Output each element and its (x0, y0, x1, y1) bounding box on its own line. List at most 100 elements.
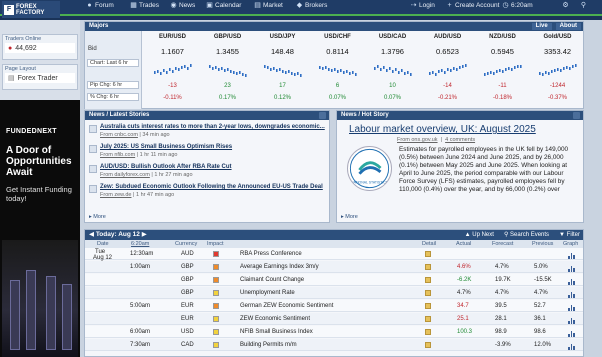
calendar-row[interactable]: 6:00am USD NFIB Small Business Index 100.3 9… (85, 326, 583, 338)
row-event[interactable]: Unemployment Rate (240, 290, 295, 296)
pair-price: 148.48 (271, 47, 294, 56)
pip-change-select[interactable]: Pip Chg: 6 hr (87, 81, 139, 89)
search-events-label: Search Events (510, 232, 550, 238)
major-pair-usd-cad[interactable]: USD/CAD 1.3796 10 0.07% (365, 31, 420, 109)
row-event[interactable]: RBA Press Conference (240, 251, 302, 257)
calendar-row[interactable]: 5:00am EUR German ZEW Economic Sentiment 34… (85, 300, 583, 312)
search-button[interactable]: ⚲ (580, 2, 587, 9)
news-item-source[interactable]: From zew.de (100, 192, 131, 198)
graph-icon[interactable] (568, 303, 576, 311)
login-link[interactable]: ⇢ Login (410, 2, 435, 9)
major-pair-aud-usd[interactable]: AUD/USD 0.6523 -14 -0.21% (420, 31, 475, 109)
hot-story-headline[interactable]: Labour market overview, UK: August 2025 (349, 124, 536, 135)
detail-folder-icon[interactable] (425, 316, 431, 322)
graph-icon[interactable] (568, 329, 576, 337)
users-icon: ● (8, 44, 13, 52)
row-event[interactable]: Building Permits m/m (240, 342, 297, 348)
news-item[interactable]: Australia cuts interest rates to more th… (89, 124, 327, 142)
hot-story-source[interactable]: From ons.gov.uk (397, 137, 438, 143)
pair-name: AUD/USD (433, 34, 462, 40)
calendar-row[interactable]: GBP Claimant Count Change -6.2K 19.7K -15.5K (85, 274, 583, 286)
news-item[interactable]: Zew: Subdued Economic Outlook Following … (89, 184, 327, 202)
detail-folder-icon[interactable] (425, 303, 431, 309)
hot-options-icon[interactable] (573, 112, 580, 119)
sparkline-candle (343, 71, 345, 74)
calendar-row[interactable]: GBP Unemployment Rate 4.7% 4.7% 4.7% (85, 287, 583, 299)
create-account-link[interactable]: + Create Account (446, 2, 499, 9)
calendar-next-icon[interactable]: ▶ (142, 231, 147, 238)
pct-change-select[interactable]: % Chg: 6 hr (87, 93, 139, 101)
up-next-label: Up Next (472, 232, 494, 238)
graph-icon[interactable] (568, 290, 576, 298)
calendar-prev-icon[interactable]: ◀ (89, 231, 94, 238)
nav-market[interactable]: ▤ Market (254, 2, 283, 9)
clock-icon: ◷ (502, 2, 509, 9)
live-toggle[interactable]: Live (531, 23, 552, 30)
graph-icon[interactable] (568, 251, 576, 259)
news-thumbnail-icon (89, 145, 97, 153)
row-previous: 12.0% (534, 342, 552, 348)
news-item[interactable]: AUD/USD: Bullish Outlook After RBA Rate … (89, 164, 327, 182)
row-event[interactable]: ZEW Economic Sentiment (240, 316, 310, 322)
hot-story-comments[interactable]: 4 comments (445, 137, 475, 143)
calendar-row[interactable]: 1:00am GBP Average Earnings Index 3m/y 4.6%… (85, 261, 583, 273)
site-logo[interactable]: F FOREX FACTORY (2, 1, 60, 18)
row-event[interactable]: Claimant Count Change (240, 277, 304, 283)
chart-period-select[interactable]: Chart: Last 6 hr (87, 59, 139, 67)
major-pair-nzd-usd[interactable]: NZD/USD 0.5945 -11 -0.18% (475, 31, 530, 109)
news-item-source[interactable]: From dailyforex.com (100, 172, 150, 178)
detail-folder-icon[interactable] (425, 251, 431, 257)
detail-folder-icon[interactable] (425, 329, 431, 335)
news-item-source[interactable]: From nfib.com (100, 152, 135, 158)
nav-trades[interactable]: ▦ Trades (130, 2, 159, 9)
major-pair-usd-chf[interactable]: USD/CHF 0.8114 6 0.07% (310, 31, 365, 109)
sparkline-candle (557, 68, 559, 71)
detail-folder-icon[interactable] (425, 342, 431, 348)
nav-news[interactable]: ◉ News (170, 2, 195, 9)
major-pair-usd-jpy[interactable]: USD/JPY 148.48 17 0.12% (255, 31, 310, 109)
news-item-title[interactable]: July 2025: US Small Business Optimism Ri… (100, 144, 232, 150)
nav-calendar[interactable]: ▣ Calendar (206, 2, 241, 9)
about-button[interactable]: About (555, 23, 581, 30)
row-event[interactable]: German ZEW Economic Sentiment (240, 303, 333, 309)
detail-folder-icon[interactable] (425, 264, 431, 270)
calendar-row[interactable]: Tue Aug 12 12:30am AUD RBA Press Conference (85, 248, 583, 261)
major-pair-gbp-usd[interactable]: GBP/USD 1.3455 23 0.17% (200, 31, 255, 109)
sparkline-candle (221, 67, 223, 70)
nav-brokers[interactable]: ◆ Brokers (296, 2, 328, 9)
calendar-row[interactable]: 7:30am CAD Building Permits m/m -3.9% 12.0% (85, 339, 583, 351)
filter-button[interactable]: ▼ Filter (559, 230, 580, 240)
row-event[interactable]: Average Earnings Index 3m/y (240, 264, 319, 270)
news-more-link[interactable]: ▸ More (89, 214, 106, 220)
detail-folder-icon[interactable] (425, 290, 431, 296)
major-pair-gold-usd[interactable]: Gold/USD 3353.42 -1244 -0.37% (530, 31, 585, 109)
news-item-title[interactable]: AUD/USD: Bullish Outlook After RBA Rate … (100, 164, 232, 170)
news-options-icon[interactable] (319, 112, 326, 119)
news-item-title[interactable]: Zew: Subdued Economic Outlook Following … (100, 184, 323, 190)
pair-pct-change: 0.12% (273, 95, 291, 101)
calendar-row[interactable]: EUR ZEW Economic Sentiment 25.1 28.1 36.1 (85, 313, 583, 325)
major-pair-eur-usd[interactable]: EUR/USD 1.1607 -13 -0.11% (145, 31, 200, 109)
page-layout-select[interactable]: ▤ Forex Trader (5, 73, 75, 83)
search-events-button[interactable]: ⚲ Search Events (504, 230, 549, 240)
sparkline-candle (288, 70, 290, 73)
sidebar-advertisement[interactable]: FUNDEDNEXT A Door of Opportunities Await… (0, 100, 80, 357)
settings-button[interactable]: ⚙ (562, 2, 569, 9)
news-item[interactable]: July 2025: US Small Business Optimism Ri… (89, 144, 327, 162)
graph-icon[interactable] (568, 316, 576, 324)
sparkline-candle (432, 71, 434, 74)
row-event[interactable]: NFIB Small Business Index (240, 329, 313, 335)
news-item-title[interactable]: Australia cuts interest rates to more th… (100, 124, 325, 130)
graph-icon[interactable] (568, 264, 576, 272)
detail-folder-icon[interactable] (425, 277, 431, 283)
up-next-button[interactable]: ▲ Up Next (465, 230, 494, 240)
hot-more-link[interactable]: ▸ More (341, 214, 358, 220)
clock[interactable]: ◷ 6:20am (502, 2, 532, 9)
news-item-source[interactable]: From cnbc.com (100, 132, 138, 138)
graph-icon[interactable] (568, 342, 576, 350)
col-time[interactable]: 6:20am (131, 241, 149, 247)
row-forecast: 4.7% (495, 264, 509, 270)
top-nav-bar: F FOREX FACTORY ● Forum ▦ Trades ◉ News ▣ Ca… (0, 0, 602, 18)
nav-forum[interactable]: ● Forum (86, 2, 113, 9)
graph-icon[interactable] (568, 277, 576, 285)
